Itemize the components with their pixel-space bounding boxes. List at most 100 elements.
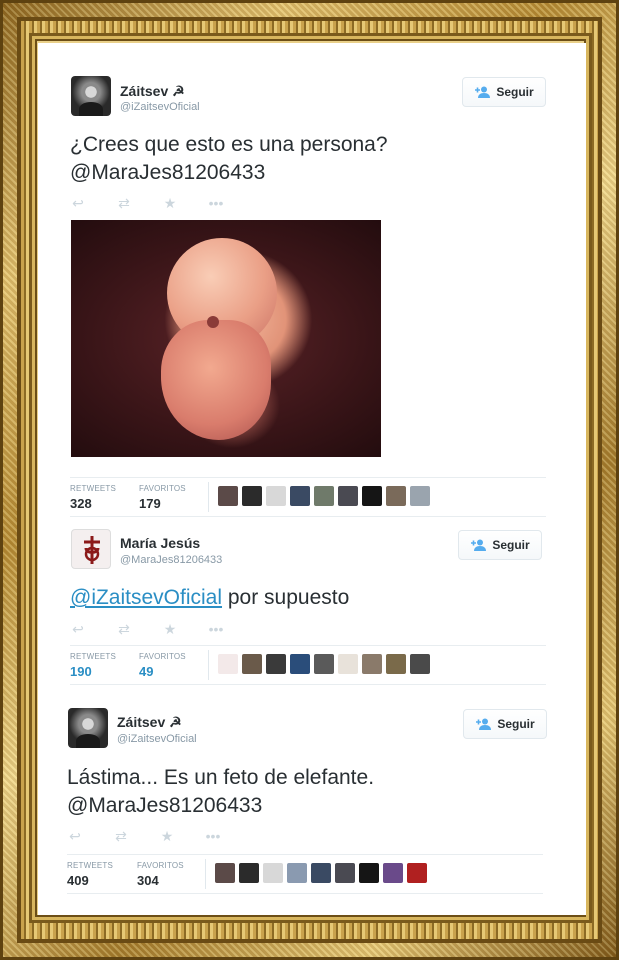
user-handle[interactable]: @iZaitsevOficial	[117, 733, 197, 745]
star-icon[interactable]: ★	[162, 621, 178, 638]
star-icon[interactable]: ★	[159, 828, 175, 845]
avatar[interactable]	[71, 529, 111, 569]
favoriter-avatar[interactable]	[242, 486, 262, 506]
favoriter-avatar[interactable]	[215, 863, 235, 883]
tweet-mention[interactable]: @iZaitsevOficial	[70, 586, 222, 609]
retweets-label: RETWEETS	[67, 861, 114, 870]
favoriter-avatar[interactable]	[386, 486, 406, 506]
favoriter-avatar[interactable]	[410, 486, 430, 506]
more-icon[interactable]: •••	[208, 621, 224, 637]
favoriter-avatar[interactable]	[311, 863, 331, 883]
tweet-text: Lástima... Es un feto de elefante. @Mara…	[67, 764, 374, 820]
favoriter-avatar[interactable]	[314, 654, 334, 674]
favoriter-avatar[interactable]	[362, 486, 382, 506]
tweet-thread: Záitsev ☭ @iZaitsevOficial Seguir ¿Crees…	[38, 43, 586, 915]
favorites-stat[interactable]: FAVORITOS 179	[139, 484, 186, 511]
stats-divider	[208, 482, 209, 512]
avatar[interactable]	[71, 76, 111, 116]
tweet-2: María Jesús @MaraJes81206433 Seguir @iZa…	[38, 519, 586, 689]
tweet-text-line: Lástima... Es un feto de elefante.	[67, 766, 375, 789]
user-handle[interactable]: @MaraJes81206433	[120, 554, 222, 566]
tweet-3: Záitsev ☭ @iZaitsevOficial Seguir Lástim…	[38, 698, 586, 908]
star-icon[interactable]: ★	[162, 195, 178, 212]
retweets-count: 328	[70, 496, 92, 511]
favorites-label: FAVORITOS	[139, 652, 186, 661]
user-name[interactable]: Záitsev ☭	[117, 714, 182, 731]
tweet-text: ¿Crees que esto es una persona? @MaraJes…	[70, 131, 388, 187]
tweet-actions: ↩ ⇄ ★ •••	[67, 828, 221, 845]
tweet-mention[interactable]: @MaraJes81206433	[70, 159, 388, 187]
favoriter-avatar[interactable]	[266, 654, 286, 674]
follow-label: Seguir	[492, 538, 530, 552]
add-user-icon	[471, 539, 487, 551]
user-name[interactable]: María Jesús	[120, 535, 200, 551]
favoriter-avatar[interactable]	[263, 863, 283, 883]
add-user-icon	[475, 86, 491, 98]
favorites-count: 179	[139, 496, 161, 511]
tweet-photo[interactable]	[71, 220, 381, 457]
favoriter-avatar[interactable]	[218, 654, 238, 674]
tweet-mention[interactable]: @MaraJes81206433	[67, 792, 374, 820]
avatar[interactable]	[68, 708, 108, 748]
follow-button[interactable]: Seguir	[458, 530, 542, 560]
favoriter-avatar[interactable]	[359, 863, 379, 883]
favorites-stat[interactable]: FAVORITOS 304	[137, 861, 184, 888]
more-icon[interactable]: •••	[208, 195, 224, 211]
favoriter-avatar[interactable]	[335, 863, 355, 883]
user-handle[interactable]: @iZaitsevOficial	[120, 101, 200, 113]
favoriter-avatar[interactable]	[338, 486, 358, 506]
retweets-stat[interactable]: RETWEETS 409	[67, 861, 113, 888]
tweet-text-line: ¿Crees que esto es una persona?	[70, 133, 388, 156]
favorites-label: FAVORITOS	[139, 484, 186, 493]
reply-icon[interactable]: ↩	[70, 195, 86, 212]
add-user-icon	[476, 718, 492, 730]
retweets-stat[interactable]: RETWEETS 190	[70, 652, 116, 679]
reply-icon[interactable]: ↩	[70, 621, 86, 638]
tweet-stats: RETWEETS 328 FAVORITOS 179	[70, 477, 546, 517]
stats-divider	[205, 859, 206, 889]
tweet-stats: RETWEETS 409 FAVORITOS 304	[67, 854, 543, 894]
favoriter-avatar[interactable]	[314, 486, 334, 506]
stats-divider	[208, 650, 209, 680]
tweet-stats: RETWEETS 190 FAVORITOS 49	[70, 645, 546, 685]
favoriter-avatar[interactable]	[242, 654, 262, 674]
favoriter-avatar[interactable]	[266, 486, 286, 506]
favorites-stat[interactable]: FAVORITOS 49	[139, 652, 186, 679]
tweet-text-rest: por supuesto	[222, 586, 350, 609]
tweet-text: @iZaitsevOficial por supuesto	[70, 584, 349, 612]
favoriter-avatar[interactable]	[338, 654, 358, 674]
retweets-count: 190	[70, 664, 92, 679]
favoriter-avatar[interactable]	[386, 654, 406, 674]
follow-button[interactable]: Seguir	[463, 709, 547, 739]
follow-label: Seguir	[497, 717, 535, 731]
follow-button[interactable]: Seguir	[462, 77, 546, 107]
favoriter-avatar[interactable]	[239, 863, 259, 883]
favoriter-avatar[interactable]	[290, 654, 310, 674]
favorites-label: FAVORITOS	[137, 861, 184, 870]
picture-frame: Záitsev ☭ @iZaitsevOficial Seguir ¿Crees…	[0, 0, 619, 960]
favoriter-avatar[interactable]	[410, 654, 430, 674]
tweet-actions: ↩ ⇄ ★ •••	[70, 621, 224, 638]
retweet-icon[interactable]: ⇄	[116, 195, 132, 212]
favoriter-avatar[interactable]	[362, 654, 382, 674]
retweets-label: RETWEETS	[70, 484, 117, 493]
emblem-icon	[84, 536, 100, 564]
favoriters-avatars	[215, 863, 427, 883]
favoriter-avatar[interactable]	[287, 863, 307, 883]
retweet-icon[interactable]: ⇄	[113, 828, 129, 845]
favoriter-avatar[interactable]	[383, 863, 403, 883]
more-icon[interactable]: •••	[205, 828, 221, 844]
reply-icon[interactable]: ↩	[67, 828, 83, 845]
tweet-1: Záitsev ☭ @iZaitsevOficial Seguir ¿Crees…	[38, 43, 586, 517]
favoriter-avatar[interactable]	[290, 486, 310, 506]
retweets-count: 409	[67, 873, 89, 888]
favorites-count: 49	[139, 664, 154, 679]
favorites-count: 304	[137, 873, 159, 888]
tweet-actions: ↩ ⇄ ★ •••	[70, 195, 224, 212]
user-name[interactable]: Záitsev ☭	[120, 83, 185, 100]
retweet-icon[interactable]: ⇄	[116, 621, 132, 638]
favoriters-avatars	[218, 654, 430, 674]
favoriter-avatar[interactable]	[218, 486, 238, 506]
favoriter-avatar[interactable]	[407, 863, 427, 883]
retweets-stat[interactable]: RETWEETS 328	[70, 484, 116, 511]
